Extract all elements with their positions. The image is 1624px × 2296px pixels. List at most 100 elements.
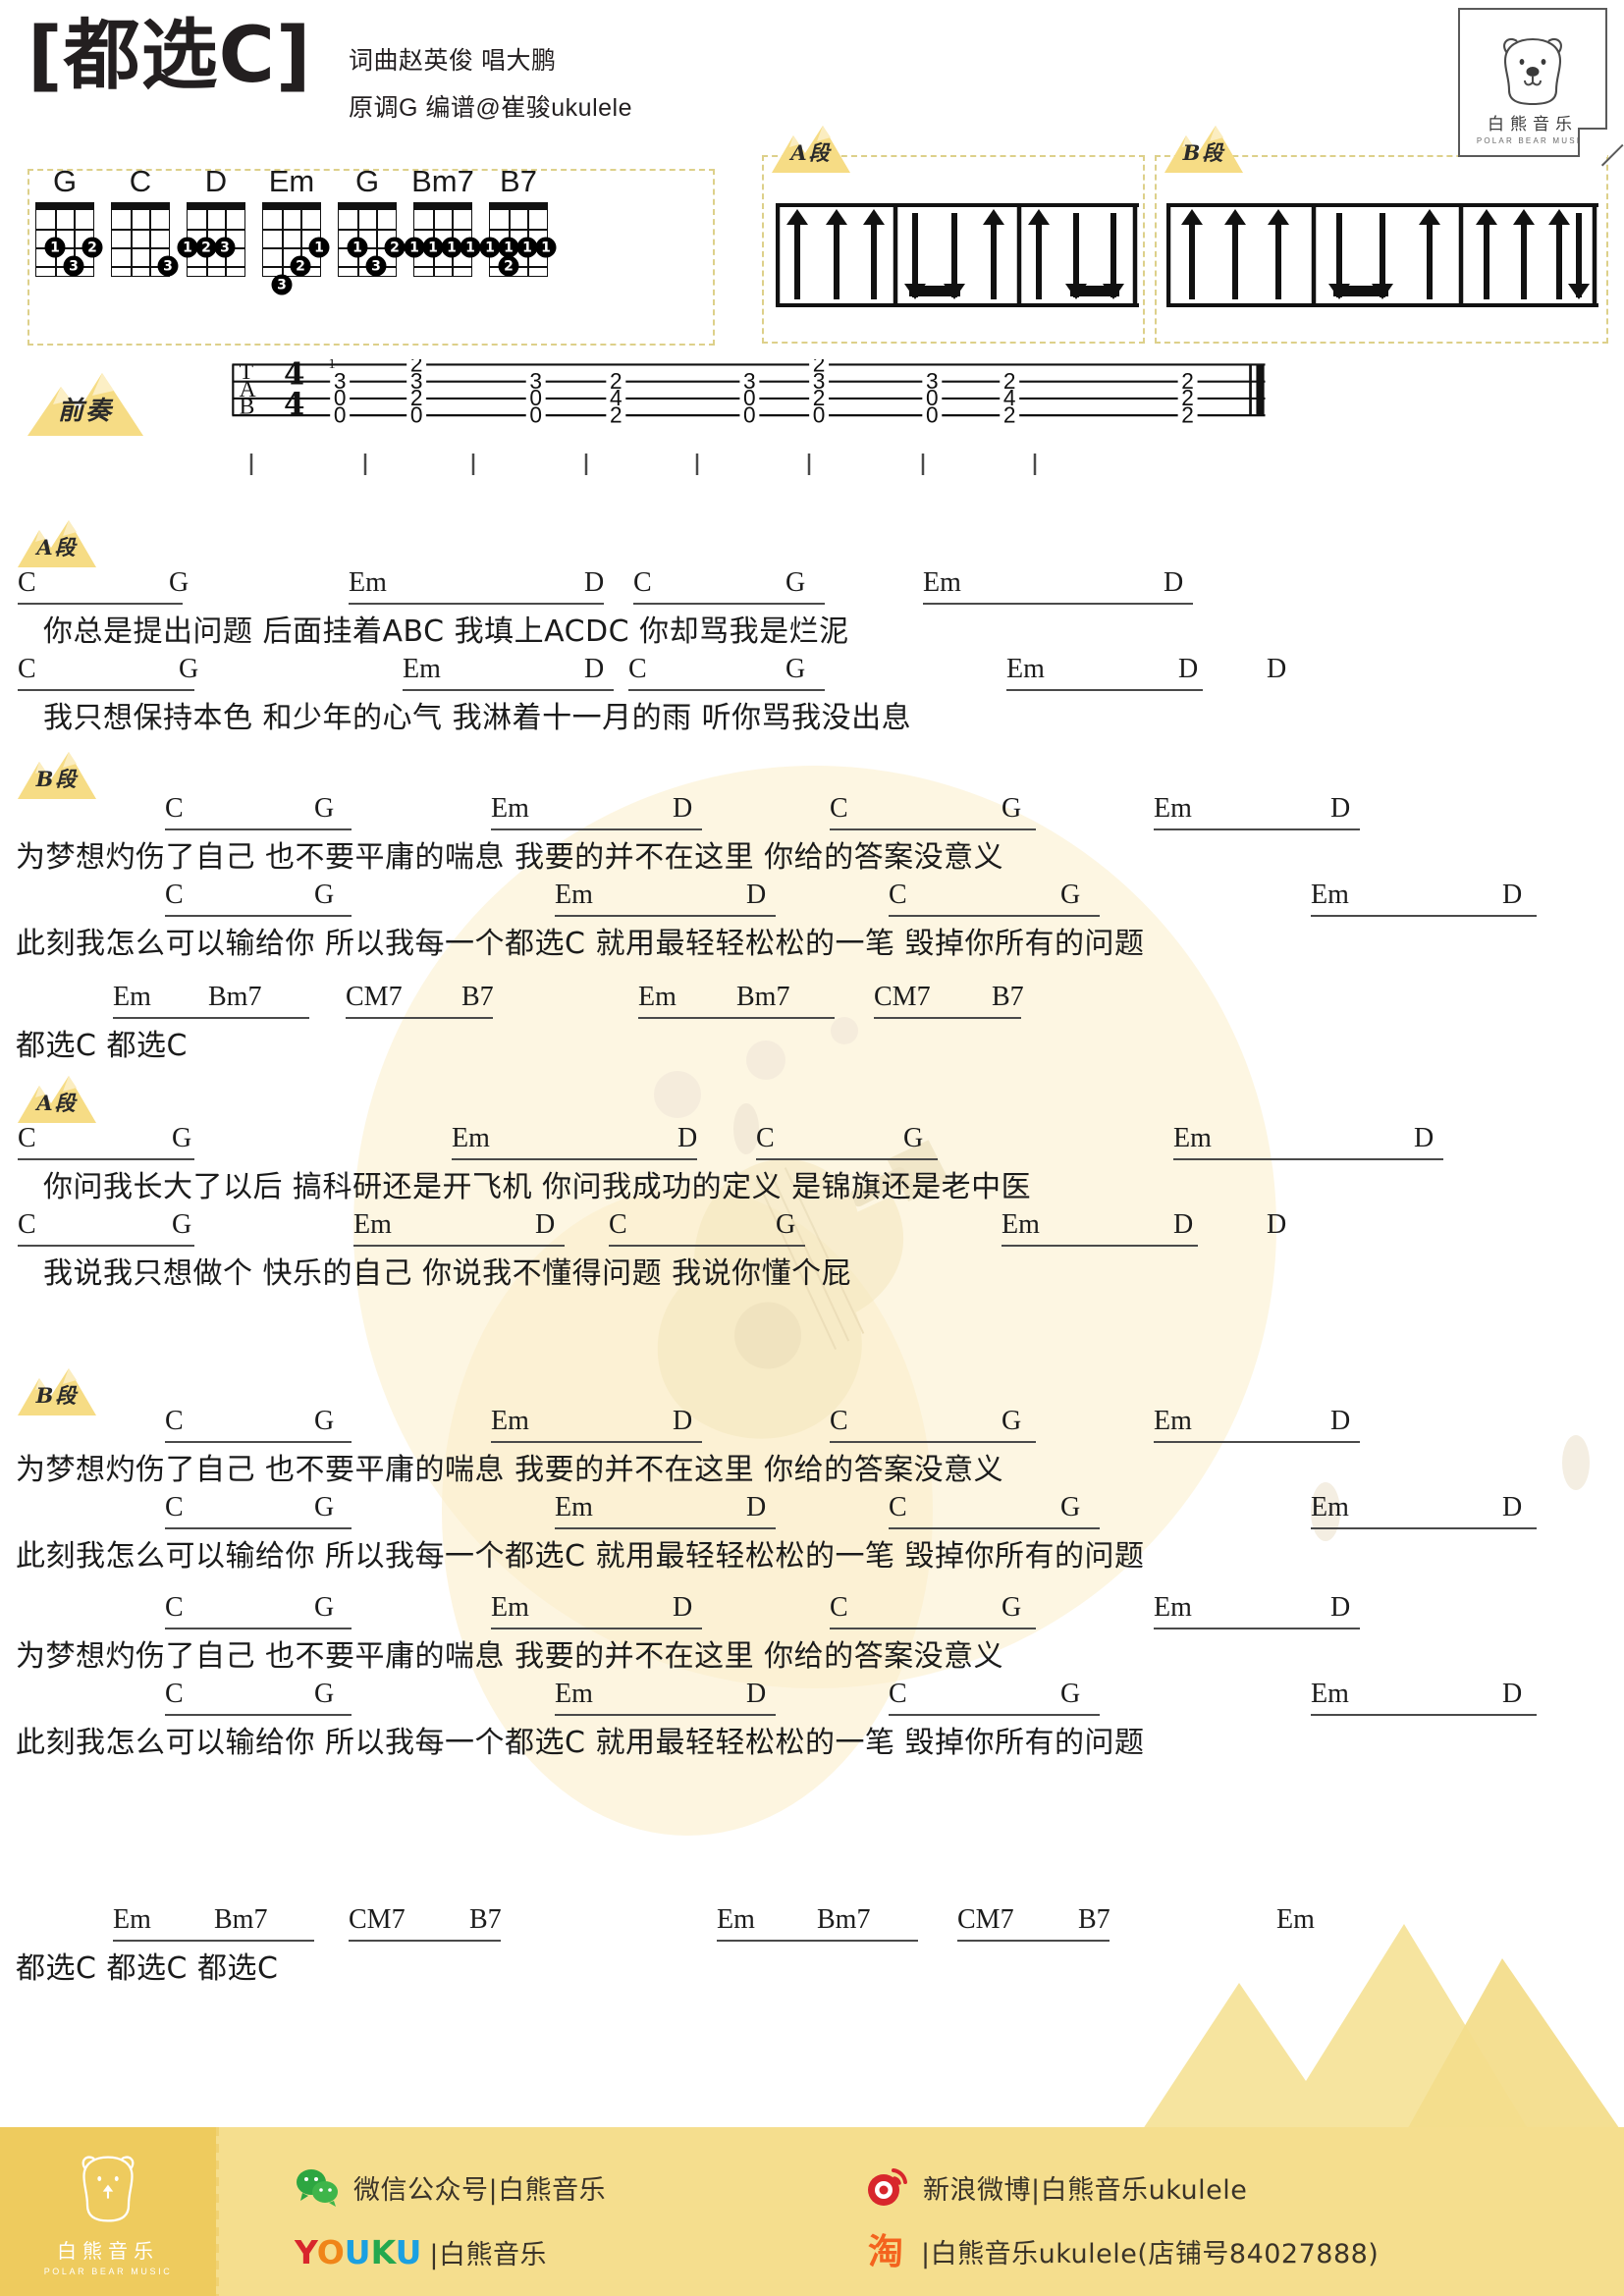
chord-label: G	[314, 793, 335, 824]
chord-label: Em	[1311, 880, 1349, 910]
chord-label: C	[830, 1406, 848, 1436]
finger-dot: 1	[516, 237, 538, 258]
chord-label: D	[1330, 793, 1351, 824]
chord-label: Em	[555, 1679, 593, 1709]
chord-diagram: G 123	[334, 164, 406, 277]
footer-logo-en: POLAR BEAR MUSIC	[43, 2267, 173, 2276]
badge-strum-b: B段	[1159, 120, 1249, 173]
chord-label: D	[584, 567, 605, 598]
finger-dot: 3	[271, 274, 293, 295]
fretboard-grid: 1111	[404, 202, 481, 277]
polar-bear-outline-icon	[81, 2156, 135, 2222]
chord-label: Em	[113, 1904, 151, 1935]
chord-label: D	[535, 1209, 556, 1240]
footer-item-taobao[interactable]: 淘 |白熊音乐ukulele(店铺号84027888)	[864, 2229, 1379, 2272]
footer-item-weibo[interactable]: 新浪微博|白熊音乐ukulele	[864, 2164, 1247, 2210]
chord-label: G	[903, 1123, 924, 1153]
chord-underline	[18, 603, 183, 605]
fretboard-grid: 123	[177, 202, 245, 277]
chord-label: C	[165, 1679, 184, 1709]
chord-name: D	[204, 164, 228, 198]
chord-label: Bm7	[736, 982, 790, 1012]
finger-dot: 1	[460, 237, 481, 258]
chord-diagram: G 123	[31, 164, 103, 277]
chord-diagram: Em 1 2 3	[258, 165, 330, 295]
chord-underline	[609, 1245, 805, 1247]
chord-label: Em	[923, 567, 961, 598]
footer-item-wechat[interactable]: 微信公众号|白熊音乐	[295, 2164, 606, 2210]
badge-section-b2: B段	[12, 1362, 102, 1415]
fret-line	[112, 229, 169, 231]
chord-label: Em	[491, 1592, 529, 1623]
badge-section-a1-label: A段	[36, 535, 78, 560]
chord-diagram: Bm7 1 1 1 1	[404, 165, 481, 277]
fret-line	[112, 247, 169, 249]
svg-text:2: 2	[1181, 401, 1194, 427]
chord-underline	[165, 1441, 352, 1443]
footer-item-taobao-label: |白熊音乐ukulele(店铺号84027888)	[921, 2238, 1380, 2269]
chord-underline	[452, 1158, 697, 1160]
chord-underline	[1311, 915, 1537, 917]
finger-dot: 1	[404, 237, 425, 258]
fret-line	[414, 266, 471, 268]
chord-label: Em	[1311, 1492, 1349, 1522]
chord-label: D	[746, 1492, 767, 1522]
chord-label: C	[165, 793, 184, 824]
chord-label: Em	[1006, 654, 1045, 684]
chord-sheet-page: [都选C] 词曲赵英俊 唱大鹏 原调G 编谱@崔骏ukulele 白熊音乐 PO…	[0, 0, 1624, 2296]
fret-line	[188, 266, 244, 268]
lyric-text: 都选C 都选C	[16, 1029, 188, 1063]
chord-label: CM7	[957, 1904, 1014, 1935]
chord-label: C	[889, 880, 907, 910]
footer-item-weibo-label: 新浪微博|白熊音乐ukulele	[923, 2174, 1248, 2206]
chord-label: Em	[555, 880, 593, 910]
chord-label: Em	[555, 1492, 593, 1522]
chord-underline	[628, 689, 825, 691]
chord-label: G	[1060, 1679, 1081, 1709]
chord-label: Em	[1173, 1123, 1212, 1153]
footer-logo: 白熊音乐 POLAR BEAR MUSIC	[0, 2127, 216, 2296]
chord-label: D	[673, 1406, 693, 1436]
lyric-text: 为梦想灼伤了自己 也不要平庸的喘息 我要的并不在这里 你给的答案没意义	[16, 840, 1004, 875]
fretboard-grid: 123	[262, 202, 330, 295]
chord-label: D	[746, 1679, 767, 1709]
chord-label: B7	[1078, 1904, 1110, 1935]
footer-divider	[216, 2127, 219, 2296]
finger-dot: 1	[44, 237, 66, 258]
footer: 白熊音乐 POLAR BEAR MUSIC 微信公众号|白熊音乐 新浪微博|白熊…	[0, 2127, 1624, 2296]
footer-logo-cn: 白熊音乐	[57, 2241, 159, 2263]
chord-underline	[403, 689, 614, 691]
chord-label: Bm7	[214, 1904, 268, 1935]
badge-section-a2-label: A段	[36, 1091, 78, 1115]
chord-underline	[889, 1527, 1100, 1529]
fret-line	[188, 229, 244, 231]
badge-section-a1: A段	[12, 514, 102, 567]
wechat-icon	[295, 2164, 340, 2210]
chord-underline	[1311, 1527, 1537, 1529]
chord-label: Em	[1154, 793, 1192, 824]
chord-underline	[349, 1940, 501, 1942]
footer-item-youku[interactable]: YOUKU |白熊音乐	[295, 2233, 547, 2271]
footer-item-youku-label: |白熊音乐	[429, 2240, 547, 2270]
chord-label: D	[1330, 1592, 1351, 1623]
polar-bear-icon	[1503, 37, 1562, 106]
fretboard-grid: 3	[111, 202, 179, 277]
chord-underline	[346, 1017, 493, 1019]
chord-label: Em	[403, 654, 441, 684]
chord-diagram: B7 1 1 1 1 2	[479, 165, 557, 277]
chord-label: G	[776, 1209, 796, 1240]
lyric-text: 为梦想灼伤了自己 也不要平庸的喘息 我要的并不在这里 你给的答案没意义	[16, 1639, 1004, 1674]
chord-name: G	[52, 164, 78, 198]
chord-label: D	[1173, 1209, 1194, 1240]
chord-underline	[18, 1158, 194, 1160]
chord-underline	[555, 1527, 776, 1529]
chord-label: Em	[113, 982, 151, 1012]
chord-label: G	[1060, 1492, 1081, 1522]
fret-line	[414, 229, 471, 231]
credit-composer: 词曲赵英俊 唱大鹏	[349, 47, 557, 75]
fretboard-grid: 123	[338, 202, 406, 277]
chord-label: G	[169, 567, 189, 598]
chord-name: G	[354, 164, 380, 198]
fretboard-grid: 123	[35, 202, 103, 277]
chord-label: C	[165, 1592, 184, 1623]
